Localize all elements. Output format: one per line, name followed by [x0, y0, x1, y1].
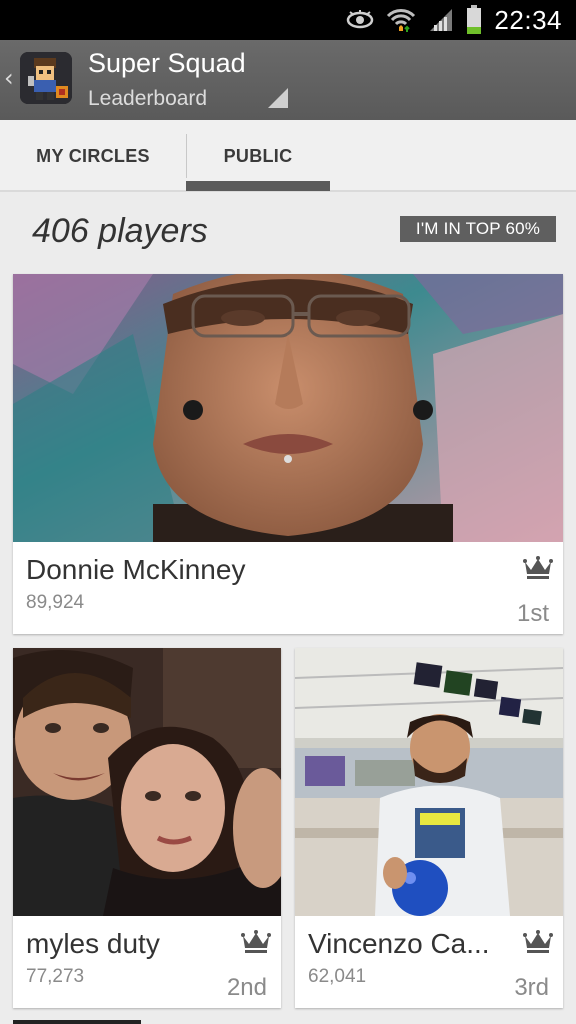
signal-icon	[428, 7, 454, 33]
crown-icon	[241, 930, 271, 953]
status-bar: 22:34	[0, 0, 576, 40]
player-avatar	[13, 274, 563, 542]
leaderboard-card[interactable]: myles duty 77,273 2nd	[13, 648, 281, 1008]
next-card-edge	[13, 1020, 141, 1024]
rank-percentile-badge: I'M IN TOP 60%	[400, 216, 556, 242]
player-score: 62,041	[308, 966, 367, 987]
app-logo-icon[interactable]	[20, 52, 72, 104]
wifi-icon	[386, 7, 416, 33]
leaderboard-card[interactable]: Vincenzo Ca... 62,041 3rd	[295, 648, 563, 1008]
player-name: Vincenzo Ca...	[308, 928, 490, 959]
app-title: Super Squad	[88, 48, 246, 78]
crown-icon	[523, 556, 553, 579]
player-avatar	[13, 648, 281, 916]
player-name: Donnie McKinney	[26, 554, 246, 585]
action-bar: ‹ Super Squad Leaderboard	[0, 40, 576, 120]
player-avatar	[295, 648, 563, 916]
leaderboard-content[interactable]: 406 players I'M IN TOP 60% Donnie McKinn…	[0, 192, 576, 1024]
selected-tab-indicator	[186, 181, 330, 191]
player-name: myles duty	[26, 928, 160, 959]
leaderboard-card[interactable]: Donnie McKinney 89,924 1st	[13, 274, 563, 634]
leaderboard-spinner-label[interactable]: Leaderboard	[88, 87, 207, 111]
players-count: 406 players	[32, 212, 208, 250]
clock: 22:34	[494, 4, 562, 35]
up-caret-icon[interactable]: ‹	[4, 64, 14, 92]
player-score: 77,273	[26, 966, 85, 987]
player-score: 89,924	[26, 592, 85, 613]
spinner-arrow-icon[interactable]	[268, 88, 288, 108]
battery-icon	[466, 5, 482, 35]
crown-icon	[523, 930, 553, 953]
tab-my-circles[interactable]: MY CIRCLES	[0, 120, 186, 192]
status-icons: 22:34	[346, 0, 562, 40]
player-rank: 3rd	[514, 974, 549, 1001]
player-rank: 2nd	[226, 974, 267, 1001]
player-rank: 1st	[516, 600, 549, 627]
eye-icon	[346, 10, 374, 30]
